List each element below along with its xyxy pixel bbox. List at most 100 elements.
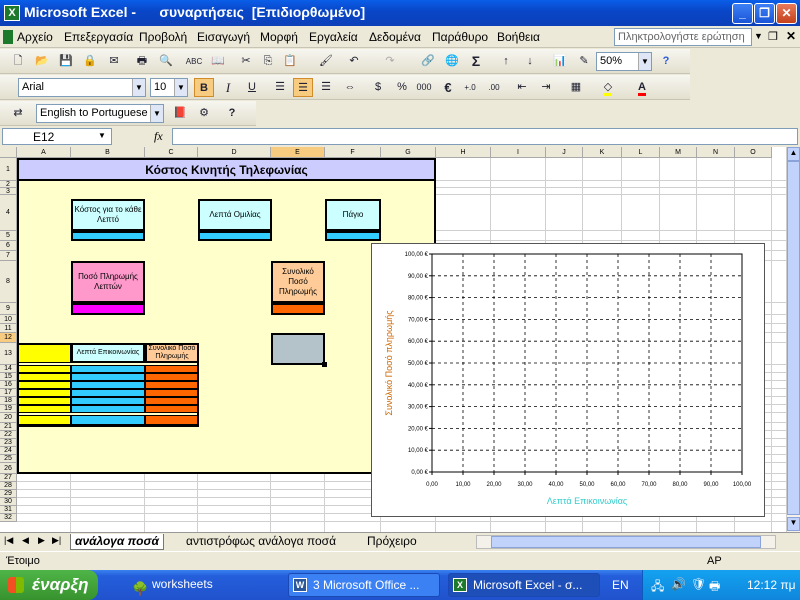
borders-icon[interactable]: ▦ xyxy=(566,78,586,97)
ask-question-input[interactable]: Πληκτρολογήστε ερώτηση xyxy=(614,28,752,46)
sheet-title[interactable]: Κόστος Κινητής Τηλεφωνίας xyxy=(17,158,436,181)
row-header-2[interactable]: 2 xyxy=(0,181,17,188)
row-header-23[interactable]: 23 xyxy=(0,439,17,447)
save-icon[interactable]: 💾 xyxy=(56,52,76,71)
menu-window[interactable]: Παράθυρο xyxy=(432,30,488,44)
volume-icon[interactable]: 🔊 xyxy=(671,577,686,591)
row-header-9[interactable]: 9 xyxy=(0,303,17,315)
sheet-icon[interactable] xyxy=(3,30,13,44)
row-header-4[interactable]: 4 xyxy=(0,195,17,231)
row-header-6[interactable]: 6 xyxy=(0,241,17,251)
settings-icon[interactable]: ⚙ xyxy=(194,104,214,123)
row-header-17[interactable]: 17 xyxy=(0,389,17,397)
vertical-scrollbar[interactable]: ▲ ▼ xyxy=(786,147,800,532)
close-button[interactable]: ✕ xyxy=(776,3,797,24)
fill-handle[interactable] xyxy=(322,362,327,367)
rate-per-minute-label[interactable]: Ποσό Πληρωμής Λεπτών xyxy=(71,261,145,303)
task-word[interactable]: W3 Microsoft Office ... xyxy=(288,573,440,597)
cost-per-minute-label[interactable]: Κόστος για το κάθε Λεπτό xyxy=(71,199,145,231)
row-header-31[interactable]: 31 xyxy=(0,506,17,514)
row-header-16[interactable]: 16 xyxy=(0,381,17,389)
column-header-a[interactable]: A xyxy=(17,147,71,158)
talk-minutes-label[interactable]: Λεπτά Ομιλίας xyxy=(198,199,272,231)
web-icon[interactable]: 🌐 xyxy=(442,52,462,71)
name-box[interactable]: E12 xyxy=(2,128,112,145)
security-icon[interactable]: 🛡 xyxy=(691,577,706,591)
selected-cell[interactable] xyxy=(271,333,325,365)
dictionary-icon[interactable]: 📕 xyxy=(170,104,190,123)
rate-per-minute-output[interactable] xyxy=(71,303,145,315)
row-header-19[interactable]: 19 xyxy=(0,405,17,413)
new-icon[interactable]: 🗋 xyxy=(8,52,28,71)
align-left-icon[interactable]: ☰ xyxy=(270,78,290,97)
menu-format[interactable]: Μορφή xyxy=(260,30,298,44)
column-header-m[interactable]: M xyxy=(660,147,697,158)
translate-icon[interactable]: ⇄ xyxy=(8,104,28,123)
percent-button[interactable]: % xyxy=(392,78,412,97)
sort-descending-icon[interactable]: ↓ xyxy=(520,52,540,71)
ask-dropdown-icon[interactable]: ▼ xyxy=(754,31,763,41)
open-icon[interactable]: 📂 xyxy=(32,52,52,71)
doc-close-icon[interactable]: ✕ xyxy=(786,29,796,43)
row-header-22[interactable]: 22 xyxy=(0,431,17,439)
row-header-30[interactable]: 30 xyxy=(0,498,17,506)
last-sheet-icon[interactable]: ▶| xyxy=(52,535,61,546)
row-header-24[interactable]: 24 xyxy=(0,447,17,455)
column-header-o[interactable]: O xyxy=(735,147,772,158)
hyperlink-icon[interactable]: 🔗 xyxy=(418,52,438,71)
start-button[interactable]: έναρξη xyxy=(0,570,98,600)
row-header-27[interactable]: 27 xyxy=(0,474,17,482)
column-header-c[interactable]: C xyxy=(145,147,198,158)
translation-language-select[interactable]: English to Portuguese ▼ xyxy=(36,104,164,123)
translation-help-icon[interactable]: ? xyxy=(222,104,242,123)
row-header-7[interactable]: 7 xyxy=(0,251,17,261)
thousands-button[interactable]: 000 xyxy=(414,78,434,97)
network-icon[interactable]: 🖧 xyxy=(651,577,664,598)
row-header-3[interactable]: 3 xyxy=(0,188,17,195)
sheet-tab-draft[interactable]: Πρόχειρο xyxy=(363,534,421,550)
font-size-select[interactable]: 10 ▼ xyxy=(150,78,188,97)
fixed-fee-input[interactable] xyxy=(325,231,381,241)
decrease-indent-icon[interactable]: ⇤ xyxy=(512,78,532,97)
zoom-select[interactable]: 50% ▼ xyxy=(596,52,652,71)
spelling-icon[interactable]: ABC xyxy=(184,52,204,71)
doc-restore-icon[interactable]: ❐ xyxy=(768,30,778,43)
merge-center-icon[interactable]: ⇔ xyxy=(340,78,360,97)
row-header-26[interactable]: 26 xyxy=(0,463,17,474)
select-all-corner[interactable] xyxy=(0,147,17,158)
row-header-5[interactable]: 5 xyxy=(0,231,17,241)
research-icon[interactable]: 📖 xyxy=(208,52,228,71)
column-header-e[interactable]: E xyxy=(271,147,325,158)
font-select[interactable]: Arial ▼ xyxy=(18,78,146,97)
talk-minutes-input[interactable] xyxy=(198,231,272,241)
undo-icon[interactable]: ↶ xyxy=(344,52,364,71)
scroll-down-button[interactable]: ▼ xyxy=(787,517,800,531)
row-header-8[interactable]: 8 xyxy=(0,261,17,303)
fill-color-icon[interactable]: ◇ xyxy=(598,78,618,97)
font-color-icon[interactable]: A xyxy=(632,78,652,97)
insert-function-button[interactable]: fx xyxy=(154,129,163,144)
email-icon[interactable]: ✉ xyxy=(104,52,124,71)
scroll-up-button[interactable]: ▲ xyxy=(787,147,800,161)
row-header-12[interactable]: 12 xyxy=(0,333,17,343)
align-right-icon[interactable]: ☰ xyxy=(316,78,336,97)
currency-icon[interactable]: $ xyxy=(368,78,388,97)
italic-button[interactable]: I xyxy=(218,78,238,97)
task-excel[interactable]: X Microsoft Excel - σ... xyxy=(448,573,600,597)
total-payment-label[interactable]: Συνολικό Ποσό Πληρωμής xyxy=(271,261,325,303)
row-header-10[interactable]: 10 xyxy=(0,315,17,324)
formula-input[interactable] xyxy=(172,128,798,145)
chart-wizard-icon[interactable]: 📊 xyxy=(550,52,570,71)
underline-button[interactable]: U xyxy=(242,78,262,97)
copy-icon[interactable]: ⎘ xyxy=(258,52,278,71)
permission-icon[interactable]: 🔒 xyxy=(80,52,100,71)
column-header-l[interactable]: L xyxy=(622,147,660,158)
column-header-g[interactable]: G xyxy=(381,147,436,158)
cut-icon[interactable]: ✂ xyxy=(236,52,256,71)
menu-file[interactable]: Αρχείο xyxy=(17,30,53,44)
decrease-decimal-icon[interactable]: .00 xyxy=(484,78,504,97)
align-center-icon[interactable]: ☰ xyxy=(293,78,313,97)
total-payment-output[interactable] xyxy=(271,303,325,315)
row-header-15[interactable]: 15 xyxy=(0,373,17,381)
row-header-11[interactable]: 11 xyxy=(0,324,17,333)
